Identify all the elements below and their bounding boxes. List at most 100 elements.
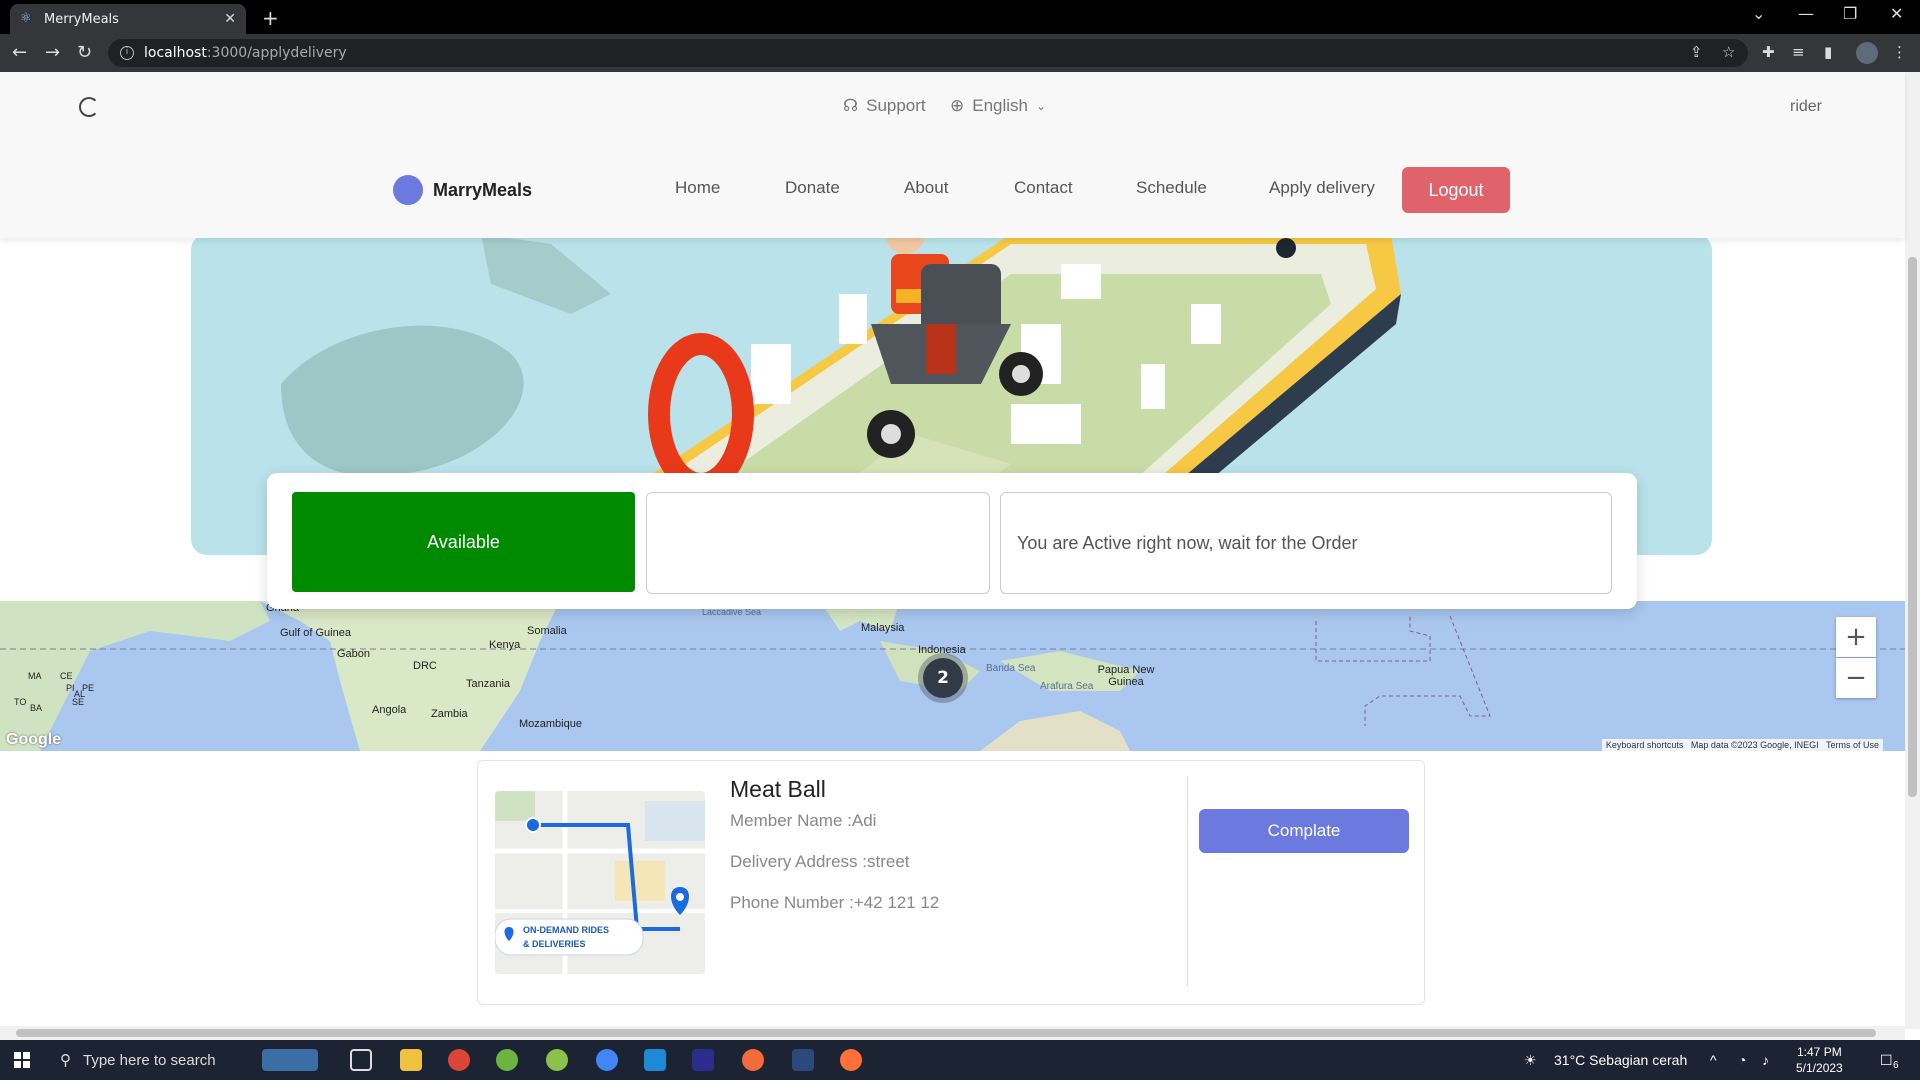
task-view-icon[interactable] <box>350 1049 372 1071</box>
restore-icon[interactable]: ❐ <box>1843 4 1857 23</box>
complete-button[interactable]: Complate <box>1199 809 1409 853</box>
loading-spinner-icon <box>79 97 99 117</box>
map-label: Somalia <box>527 625 567 637</box>
network-icon[interactable]: ◔ <box>1738 1052 1746 1068</box>
map-label: CE <box>60 671 73 681</box>
terms-link[interactable]: Terms of Use <box>1826 740 1879 750</box>
phone-number: Phone Number :+42 121 12 <box>730 893 940 912</box>
map-label: MA <box>28 671 42 681</box>
map-cluster-marker[interactable]: 2 <box>923 658 963 698</box>
close-window-icon[interactable]: ✕ <box>1890 4 1903 23</box>
logo-circle-icon <box>393 175 423 205</box>
brand-logo[interactable]: MarryMeals <box>393 175 532 205</box>
empty-status-box <box>646 492 990 594</box>
map-label: SE <box>72 697 85 707</box>
new-tab-icon[interactable]: + <box>262 6 279 30</box>
headset-icon: ☊ <box>843 96 859 115</box>
taskbar-search[interactable]: ⚲ Type here to search <box>48 1040 258 1080</box>
weather-text[interactable]: 31°C Sebagian cerah <box>1554 1052 1687 1068</box>
vertical-scrollbar[interactable] <box>1905 72 1920 1029</box>
forward-icon[interactable]: → <box>45 42 60 63</box>
volume-icon[interactable]: ♪ <box>1762 1052 1769 1068</box>
back-icon[interactable]: ← <box>12 42 27 63</box>
firefox-icon[interactable] <box>840 1049 862 1071</box>
delivery-address: Delivery Address :street <box>730 852 910 871</box>
language-label: English <box>972 96 1029 115</box>
profile-avatar[interactable] <box>1856 42 1878 64</box>
brand-name: MarryMeals <box>433 179 533 200</box>
logout-button[interactable]: Logout <box>1402 167 1510 213</box>
postman-icon[interactable] <box>742 1049 764 1071</box>
close-tab-icon[interactable]: ✕ <box>224 11 236 27</box>
windows-taskbar: ⚲ Type here to search ☀ 31°C Sebagian ce… <box>0 1040 1920 1080</box>
minimize-icon[interactable]: — <box>1798 4 1814 23</box>
horizontal-scrollbar[interactable] <box>0 1026 1905 1040</box>
horizontal-scroll-thumb[interactable] <box>16 1029 1876 1037</box>
extensions-icon[interactable]: ✚ <box>1762 43 1775 61</box>
map-label: Indonesia <box>918 644 966 656</box>
map-label: Arafura Sea <box>1040 681 1094 692</box>
keyboard-shortcuts-link[interactable]: Keyboard shortcuts <box>1606 740 1684 750</box>
image-caption: ON-DEMAND RIDES & DELIVERIES <box>523 923 609 951</box>
browser-tabbar: ⚛ MerryMeals ✕ + ⌄ — ❐ ✕ <box>0 0 1920 34</box>
chrome-icon[interactable] <box>448 1049 470 1071</box>
weather-icon[interactable]: ☀ <box>1524 1052 1537 1069</box>
tray-chevron-icon[interactable]: ^ <box>1710 1052 1717 1068</box>
status-message: You are Active right now, wait for the O… <box>1000 492 1612 594</box>
language-selector[interactable]: ⊕ English ⌄ <box>950 96 1046 116</box>
clock[interactable]: 1:47 PM 5/1/2023 <box>1796 1044 1843 1076</box>
user-role: rider <box>1790 98 1823 115</box>
dbeaver-icon[interactable] <box>792 1049 814 1071</box>
reading-list-icon[interactable]: ≡ <box>1792 43 1805 61</box>
tab-search-icon[interactable]: ⌄ <box>1752 4 1765 23</box>
windows-start-icon[interactable] <box>14 1052 30 1068</box>
site-info-icon[interactable]: i <box>120 46 134 60</box>
intellij-icon[interactable] <box>692 1049 714 1071</box>
address-bar: ← → ↻ i localhost:3000/applydelivery ⇪ ☆… <box>0 34 1920 72</box>
widgets-icon[interactable] <box>262 1049 318 1071</box>
file-explorer-icon[interactable] <box>400 1049 422 1071</box>
map-label: Angola <box>372 704 407 716</box>
support-link[interactable]: ☊ Support <box>843 96 926 116</box>
globe-icon: ⊕ <box>950 96 965 115</box>
zoom-out-button[interactable]: − <box>1836 658 1876 698</box>
google-map[interactable]: Gulf of Guinea Gabon DRC Kenya Somalia T… <box>0 601 1905 751</box>
bookmark-star-icon[interactable]: ☆ <box>1722 43 1735 61</box>
page: ☊ Support ⊕ English ⌄ rider MarryMeals H… <box>0 72 1920 1029</box>
vertical-scroll-thumb[interactable] <box>1908 257 1917 797</box>
reload-icon[interactable]: ↻ <box>77 42 92 63</box>
order-card: ON-DEMAND RIDES & DELIVERIES Meat Ball M… <box>477 760 1425 1005</box>
nav-donate[interactable]: Donate <box>785 178 840 198</box>
vscode-icon[interactable] <box>644 1049 666 1071</box>
map-label: Tanzania <box>466 678 511 690</box>
zoom-in-button[interactable]: + <box>1836 617 1876 657</box>
google-logo[interactable]: Google <box>6 731 61 749</box>
member-name: Member Name :Adi <box>730 811 877 830</box>
chrome-active-icon[interactable] <box>596 1049 618 1071</box>
url-field[interactable]: i localhost:3000/applydelivery <box>108 39 1748 67</box>
nav-home[interactable]: Home <box>675 178 720 198</box>
order-title: Meat Ball <box>730 776 826 802</box>
site-header: ☊ Support ⊕ English ⌄ rider MarryMeals H… <box>0 72 1905 238</box>
browser-tab[interactable]: ⚛ MerryMeals ✕ <box>10 4 246 34</box>
nav-schedule[interactable]: Schedule <box>1136 178 1207 198</box>
map-label: Mozambique <box>519 718 582 730</box>
image-caption-line2: & DELIVERIES <box>523 939 586 949</box>
tab-title: MerryMeals <box>44 11 119 27</box>
app-green-icon[interactable] <box>546 1049 568 1071</box>
nav-about[interactable]: About <box>904 178 948 198</box>
map-label: Gulf of Guinea <box>280 627 351 639</box>
status-card: Available You are Active right now, wait… <box>267 473 1637 609</box>
nav-contact[interactable]: Contact <box>1014 178 1073 198</box>
available-toggle-button[interactable]: Available <box>292 492 635 592</box>
browser-menu-icon[interactable]: ⋮ <box>1892 43 1907 61</box>
notification-icon[interactable]: ☐ <box>1880 1052 1893 1069</box>
side-panel-icon[interactable]: ▮ <box>1824 43 1832 61</box>
map-footer: Keyboard shortcuts Map data ©2023 Google… <box>1601 739 1883 751</box>
share-icon[interactable]: ⇪ <box>1690 43 1703 61</box>
map-label: DRC <box>413 660 437 672</box>
spring-tool-icon[interactable] <box>496 1049 518 1071</box>
nav-apply-delivery[interactable]: Apply delivery <box>1269 178 1375 198</box>
map-data-attribution: Map data ©2023 Google, INEGI <box>1690 740 1819 750</box>
map-label: Banda Sea <box>986 663 1036 674</box>
